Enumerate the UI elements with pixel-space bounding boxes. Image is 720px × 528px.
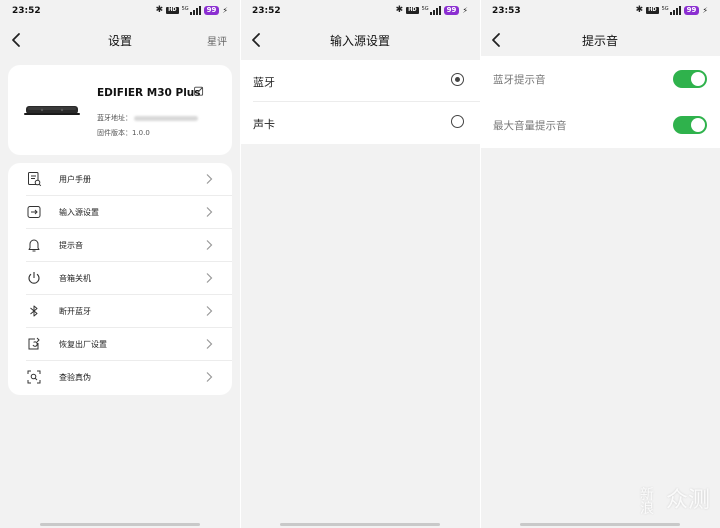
nav-bar: 提示音 [480, 24, 720, 56]
bluetooth-address-label: 蓝牙地址： [97, 114, 132, 122]
signal-icon [189, 6, 201, 15]
menu-label: 用户手册 [59, 175, 91, 184]
toggle-label: 蓝牙提示音 [493, 74, 546, 86]
reset-icon [28, 337, 40, 350]
charging-icon: ⚡ [702, 5, 708, 15]
nav-bar: 设置 星评 [0, 24, 240, 56]
power-icon [28, 272, 40, 284]
status-time: 23:52 [12, 6, 41, 16]
panel-divider [480, 0, 481, 528]
battery-badge: 99 [683, 6, 700, 15]
redacted-address [134, 115, 198, 121]
menu-item-factory-reset[interactable]: 恢复出厂设置 [8, 328, 232, 361]
chevron-right-icon [206, 339, 213, 349]
signal-icon [669, 6, 681, 15]
rate-button[interactable]: 星评 [207, 33, 227, 48]
watermark: 众测 [665, 488, 710, 513]
radio-unselected[interactable] [451, 115, 464, 128]
firmware-label: 固件版本： [97, 129, 132, 137]
home-indicator [40, 523, 200, 526]
menu-item-prompt-tone[interactable]: 提示音 [8, 229, 232, 262]
input-source-screen: 23:52 ✱ HD 5G 99 ⚡ 输入源设置 蓝牙 声卡 [240, 0, 480, 528]
bluetooth-icon [30, 305, 38, 317]
page-title: 设置 [107, 34, 132, 48]
option-sound-card[interactable]: 声卡 [240, 102, 480, 144]
bluetooth-address: 蓝牙地址： [97, 113, 198, 123]
battery-badge: 99 [203, 6, 220, 15]
bluetooth-status-icon: ✱ [635, 5, 644, 15]
status-bar: 23:52 ✱ HD 5G 99 ⚡ [240, 0, 480, 24]
chevron-right-icon [206, 240, 213, 250]
watermark-small: 新浪 [640, 487, 654, 517]
option-bluetooth[interactable]: 蓝牙 [240, 60, 480, 102]
menu-label: 提示音 [59, 241, 83, 250]
bluetooth-status-icon: ✱ [155, 5, 164, 15]
signal-icon [429, 6, 441, 15]
chevron-right-icon [206, 273, 213, 283]
prompt-tone-screen: 23:53 ✱ HD 5G 99 ⚡ 提示音 蓝牙提示音 最大音量提示音 新浪 … [480, 0, 720, 528]
firmware-version: 固件版本：1.0.0 [97, 128, 150, 138]
page-title: 输入源设置 [329, 34, 390, 48]
menu-label: 输入源设置 [59, 208, 99, 217]
prompt-tone-list: 蓝牙提示音 最大音量提示音 [480, 56, 720, 148]
edit-icon[interactable] [194, 86, 204, 96]
bell-icon [28, 239, 40, 252]
toggle-row-bluetooth-tone: 蓝牙提示音 [480, 56, 720, 102]
chevron-right-icon [206, 174, 213, 184]
battery-badge: 99 [443, 6, 460, 15]
chevron-right-icon [206, 306, 213, 316]
radio-selected[interactable] [451, 73, 464, 86]
menu-item-input-source[interactable]: 输入源设置 [8, 196, 232, 229]
max-volume-tone-toggle[interactable] [673, 116, 707, 134]
charging-icon: ⚡ [222, 5, 228, 15]
settings-menu: 用户手册 输入源设置 提示音 音箱关机 断开蓝牙 恢复出厂设置 查验真伪 [8, 163, 232, 395]
nav-bar: 输入源设置 [240, 24, 480, 56]
speaker-image [24, 106, 80, 115]
menu-item-verify-authenticity[interactable]: 查验真伪 [8, 361, 232, 394]
hd-icon: HD [646, 7, 659, 14]
status-bar: 23:52 ✱ HD 5G 99 ⚡ [0, 0, 240, 24]
input-source-list: 蓝牙 声卡 [240, 60, 480, 144]
network-type: 5G [181, 6, 189, 12]
home-indicator [280, 523, 440, 526]
option-label: 蓝牙 [253, 76, 275, 89]
panel-divider [240, 0, 241, 528]
home-indicator [520, 523, 680, 526]
network-type: 5G [661, 6, 669, 12]
chevron-right-icon [206, 372, 213, 382]
toggle-row-max-volume-tone: 最大音量提示音 [480, 102, 720, 148]
toggle-label: 最大音量提示音 [493, 120, 567, 132]
status-bar: 23:53 ✱ HD 5G 99 ⚡ [480, 0, 720, 24]
settings-screen: 23:52 ✱ HD 5G 99 ⚡ 设置 星评 EDIFIER M30 Plu… [0, 0, 240, 528]
chevron-right-icon [206, 207, 213, 217]
option-label: 声卡 [253, 118, 275, 131]
network-type: 5G [421, 6, 429, 12]
menu-item-power-off[interactable]: 音箱关机 [8, 262, 232, 295]
menu-label: 断开蓝牙 [59, 307, 91, 316]
menu-item-disconnect-bluetooth[interactable]: 断开蓝牙 [8, 295, 232, 328]
hd-icon: HD [166, 7, 179, 14]
device-card: EDIFIER M30 Plus 蓝牙地址： 固件版本：1.0.0 [8, 65, 232, 155]
firmware-value: 1.0.0 [132, 129, 150, 137]
device-name: EDIFIER M30 Plus [97, 87, 201, 99]
menu-label: 查验真伪 [59, 373, 91, 382]
bluetooth-status-icon: ✱ [395, 5, 404, 15]
charging-icon: ⚡ [462, 5, 468, 15]
menu-item-manual[interactable]: 用户手册 [8, 163, 232, 196]
hd-icon: HD [406, 7, 419, 14]
page-title: 提示音 [581, 34, 618, 48]
scan-icon [27, 370, 41, 384]
menu-label: 恢复出厂设置 [59, 340, 107, 349]
input-source-icon [27, 206, 41, 218]
manual-icon [28, 172, 42, 187]
bluetooth-tone-toggle[interactable] [673, 70, 707, 88]
status-time: 23:53 [492, 6, 521, 16]
status-time: 23:52 [252, 6, 281, 16]
menu-label: 音箱关机 [59, 274, 91, 283]
